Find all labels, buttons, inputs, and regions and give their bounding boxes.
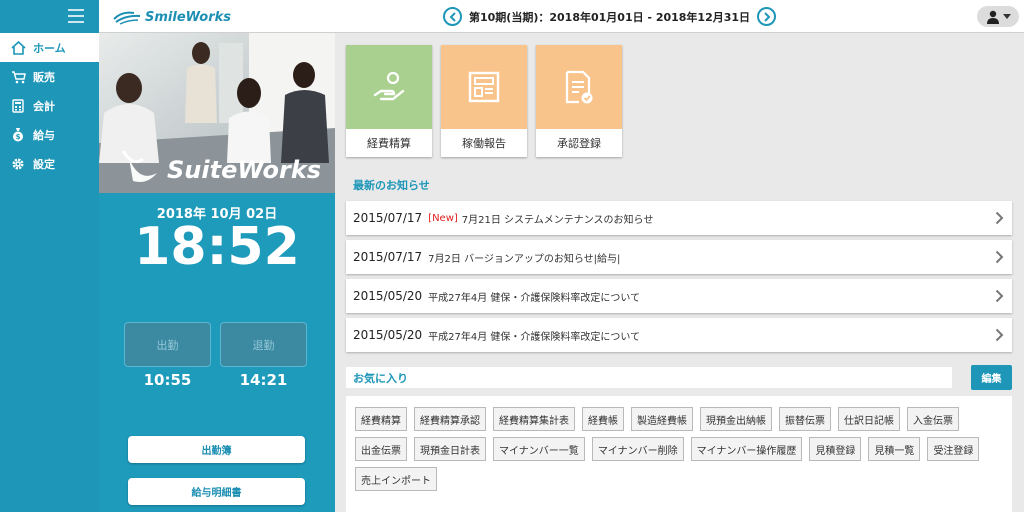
sidebar-item-label: ホーム <box>33 41 66 55</box>
favorite-item[interactable]: 経費精算集計表 <box>493 407 575 431</box>
news-item[interactable]: 2015/07/17 7月2日 バージョンアップのお知らせ|給与| <box>346 240 1012 274</box>
sidebar-item-payroll[interactable]: $ 給与 <box>0 120 99 149</box>
period-selector: 第10期(当期)：2018年01月01日 - 2018年12月31日 <box>443 6 777 27</box>
tile-label: 承認登録 <box>557 137 601 150</box>
tile-expense[interactable]: 経費精算 <box>346 45 432 157</box>
money-bag-icon: $ <box>10 127 26 143</box>
favorites-list: 経費精算 経費精算承認 経費精算集計表 経費帳 製造経費帳 現預金出納帳 振替伝… <box>355 407 1005 497</box>
favorite-item[interactable]: マイナンバー一覧 <box>493 437 585 461</box>
sidebar-item-sales[interactable]: 販売 <box>0 62 99 91</box>
payslip-button[interactable]: 給与明細書 <box>128 478 305 505</box>
favorite-item[interactable]: マイナンバー削除 <box>591 437 684 461</box>
chevron-right-icon <box>995 250 1004 264</box>
favorite-item[interactable]: 現預金出納帳 <box>700 407 772 431</box>
chevron-right-icon <box>995 328 1004 342</box>
tile-approval[interactable]: 承認登録 <box>536 45 622 157</box>
news-date: 2015/07/17 <box>353 211 423 225</box>
sidebar-item-label: 設定 <box>33 157 55 171</box>
news-date: 2015/05/20 <box>353 289 423 303</box>
menu-toggle-button[interactable] <box>0 0 99 33</box>
clock-in-time: 10:55 <box>143 371 192 389</box>
banner-brand-text: SuiteWorks <box>167 156 321 184</box>
clock-in-button[interactable]: 出勤 <box>124 322 211 367</box>
smile-logo-icon <box>113 11 141 25</box>
chevron-right-icon <box>995 289 1004 303</box>
favorite-item[interactable]: マイナンバー操作履歴 <box>690 437 803 461</box>
news-title: 7月21日 システムメンテナンスのお知らせ <box>461 214 654 226</box>
news-date: 2015/07/17 <box>353 250 423 264</box>
news-heading: 最新のお知らせ <box>353 179 430 192</box>
news-item[interactable]: 2015/05/20 平成27年4月 健保・介護保険料率改定について <box>346 279 1012 313</box>
user-icon <box>986 10 999 24</box>
favorite-item[interactable]: 見積登録 <box>809 437 862 461</box>
news-item[interactable]: 2015/07/17 [New] 7月21日 システムメンテナンスのお知らせ <box>346 201 1012 235</box>
favorite-item[interactable]: 出金伝票 <box>355 437 407 461</box>
sidebar: ホーム 販売 会計 $ 給与 設定 <box>0 33 99 512</box>
chevron-left-icon <box>449 11 456 22</box>
tile-label: 経費精算 <box>367 137 411 150</box>
document-check-icon <box>536 45 622 129</box>
clock-out-button[interactable]: 退勤 <box>220 322 307 367</box>
top-bar: SmileWorks 第10期(当期)：2018年01月01日 - 2018年1… <box>0 0 1024 33</box>
tile-label: 稼働報告 <box>462 137 506 150</box>
sidebar-item-label: 販売 <box>33 70 55 84</box>
next-period-button[interactable] <box>757 7 777 26</box>
caret-down-icon <box>1002 13 1011 19</box>
favorite-item[interactable]: 経費精算承認 <box>414 407 486 431</box>
attendance-book-button[interactable]: 出勤簿 <box>128 436 305 463</box>
favorite-item[interactable]: 現預金日計表 <box>414 437 486 461</box>
favorites-heading: お気に入り <box>346 367 952 388</box>
hamburger-icon <box>68 9 84 23</box>
favorite-item[interactable]: 見積一覧 <box>868 437 921 461</box>
favorite-item[interactable]: 経費精算 <box>355 407 407 431</box>
favorite-item[interactable]: 振替伝票 <box>779 407 831 431</box>
svg-text:$: $ <box>16 133 21 141</box>
period-label: 第10期(当期)：2018年01月01日 - 2018年12月31日 <box>469 10 751 24</box>
edit-favorites-button[interactable]: 編集 <box>971 365 1012 390</box>
gear-icon <box>10 156 26 172</box>
news-title: 平成27年4月 健保・介護保険料率改定について <box>428 292 641 304</box>
current-time: 18:52 <box>134 217 300 277</box>
sidebar-item-home[interactable]: ホーム <box>0 33 99 62</box>
home-icon <box>10 40 26 56</box>
user-menu-button[interactable] <box>977 6 1019 27</box>
hand-money-icon <box>346 45 432 129</box>
report-icon <box>441 45 527 129</box>
clock-out-time: 14:21 <box>239 371 288 389</box>
calculator-icon <box>10 98 26 114</box>
banner-photo: SuiteWorks <box>99 33 335 193</box>
office-photo-image: SuiteWorks <box>99 33 335 193</box>
news-date: 2015/05/20 <box>353 328 423 342</box>
chevron-right-icon <box>995 211 1004 225</box>
sidebar-item-label: 給与 <box>33 128 55 142</box>
favorite-item[interactable]: 仕訳日記帳 <box>838 407 900 431</box>
favorite-item[interactable]: 入金伝票 <box>907 407 959 431</box>
favorites-panel: 経費精算 経費精算承認 経費精算集計表 経費帳 製造経費帳 現預金出納帳 振替伝… <box>346 396 1012 512</box>
sidebar-item-settings[interactable]: 設定 <box>0 149 99 178</box>
sidebar-item-accounting[interactable]: 会計 <box>0 91 99 120</box>
favorite-item[interactable]: 売上インポート <box>355 467 437 491</box>
app-logo[interactable]: SmileWorks <box>112 7 231 27</box>
favorite-item[interactable]: 製造経費帳 <box>631 407 693 431</box>
sidebar-item-label: 会計 <box>33 99 55 113</box>
news-title: 平成27年4月 健保・介護保険料率改定について <box>428 331 641 343</box>
previous-period-button[interactable] <box>443 7 462 26</box>
cart-icon <box>10 69 26 85</box>
chevron-right-icon <box>763 11 770 22</box>
favorite-item[interactable]: 受注登録 <box>927 437 980 461</box>
news-item[interactable]: 2015/05/20 平成27年4月 健保・介護保険料率改定について <box>346 318 1012 352</box>
favorite-item[interactable]: 経費帳 <box>582 407 624 431</box>
news-title: 7月2日 バージョンアップのお知らせ|給与| <box>428 253 621 265</box>
new-badge: [New] <box>428 212 458 224</box>
tile-work-report[interactable]: 稼働報告 <box>441 45 527 157</box>
time-clock-panel: 2018年 10月 02日 18:52 出勤 退勤 10:55 14:21 出勤… <box>99 193 335 512</box>
logo-text: SmileWorks <box>145 9 231 25</box>
